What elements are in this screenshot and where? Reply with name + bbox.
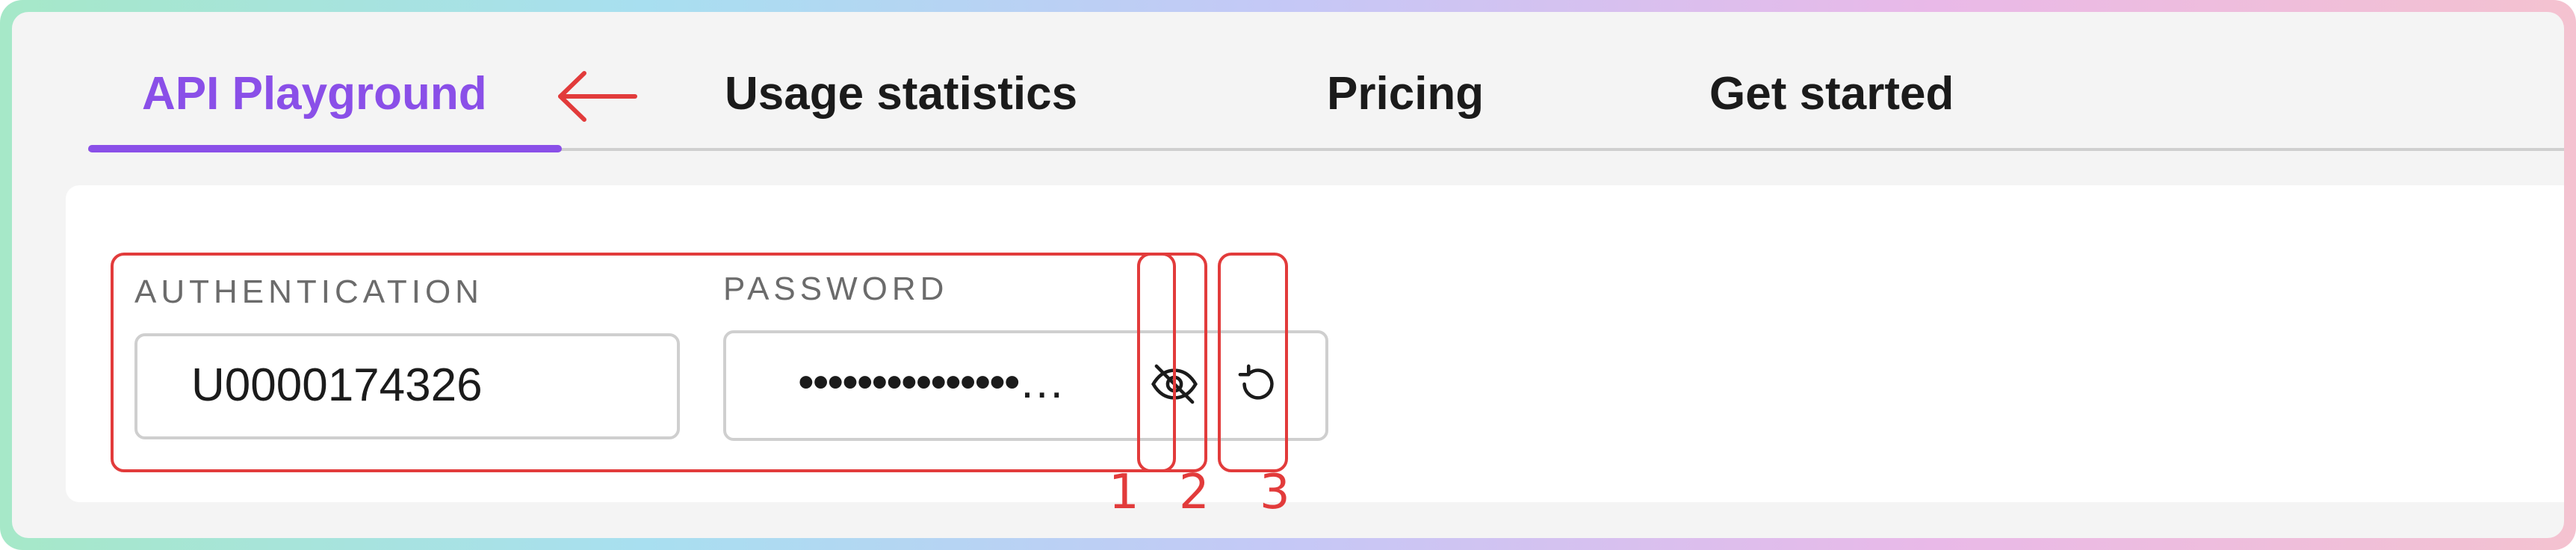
tab-get-started[interactable]: Get started [1709, 55, 1954, 133]
app-content: API Playground Usage statistics Pricing … [12, 12, 2564, 538]
annotation-number-3: 3 [1260, 465, 1290, 520]
annotation-number-2: 2 [1179, 465, 1210, 520]
window-frame: API Playground Usage statistics Pricing … [0, 0, 2576, 550]
annotation-box-3 [1218, 253, 1288, 472]
annotation-number-1: 1 [1109, 465, 1139, 520]
tab-api-playground[interactable]: API Playground [142, 55, 487, 133]
arrow-left-icon [558, 71, 637, 122]
active-tab-indicator [88, 145, 562, 152]
tab-pricing[interactable]: Pricing [1327, 55, 1484, 133]
annotation-box-1 [111, 253, 1176, 472]
credentials-panel: AUTHENTICATION U0000174326 PASSWORD ••••… [66, 185, 2564, 502]
annotation-box-2 [1137, 253, 1207, 472]
tab-usage-statistics[interactable]: Usage statistics [725, 55, 1077, 133]
